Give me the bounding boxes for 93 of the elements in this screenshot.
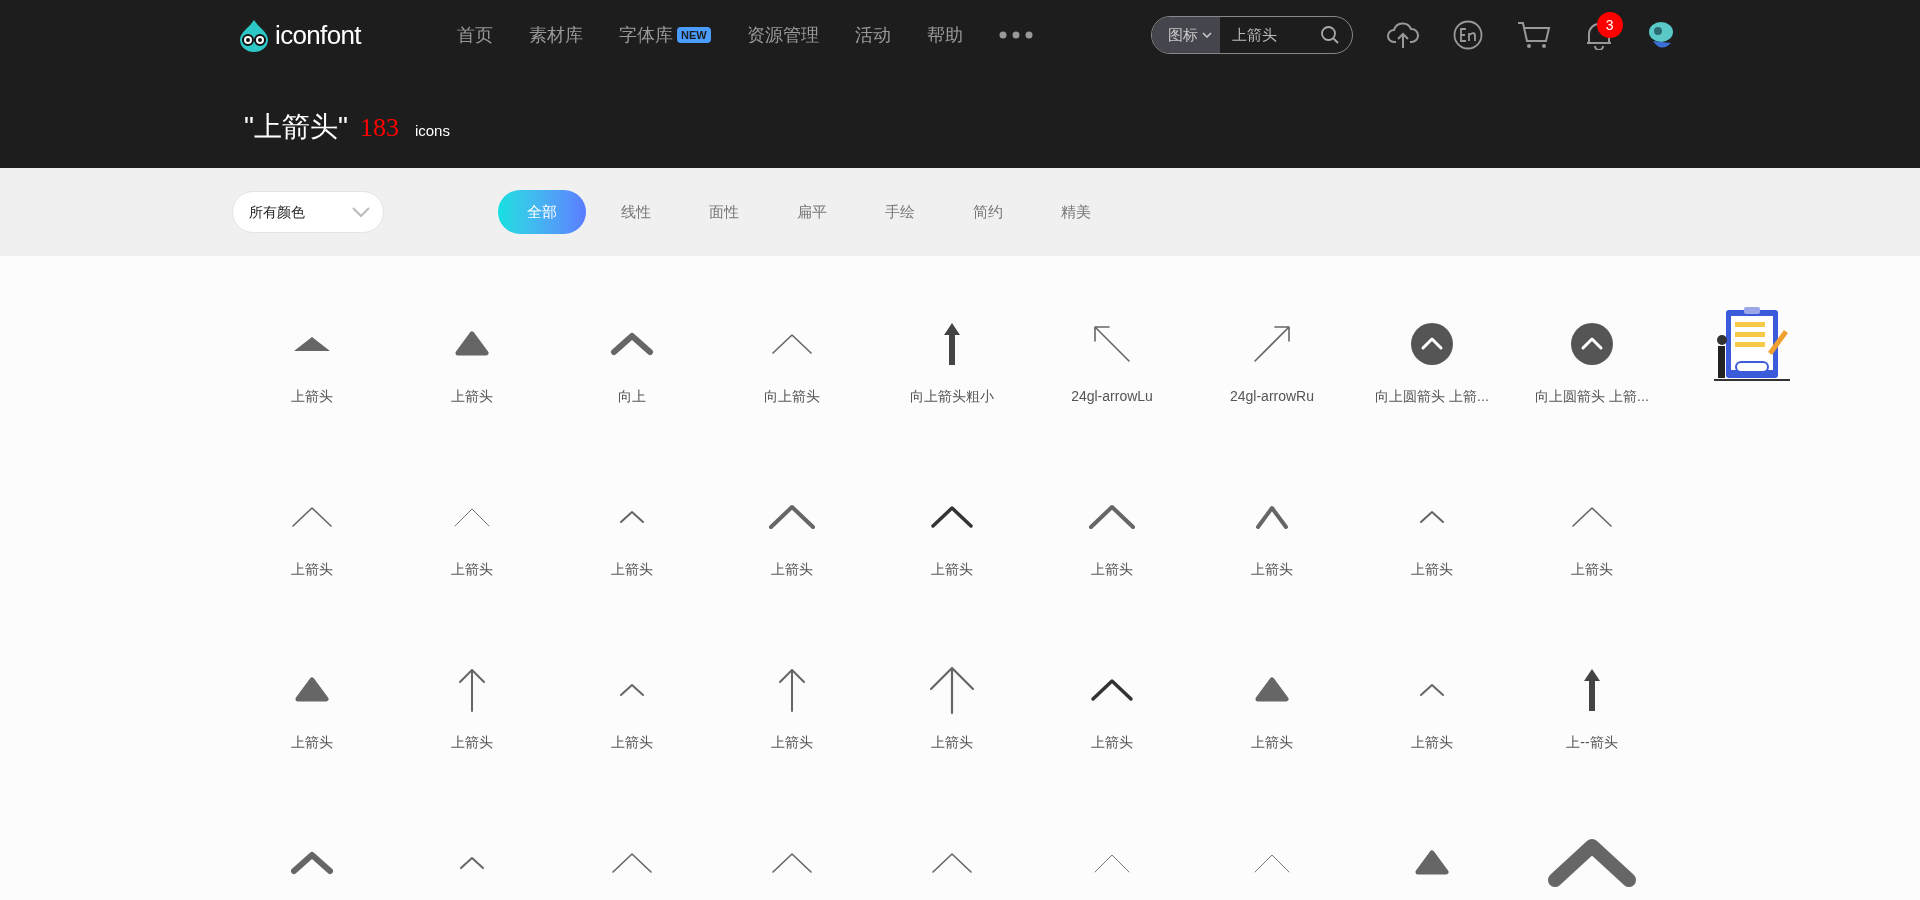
chevron-up-icon [1570,505,1614,529]
nav-link[interactable]: 首页 [457,21,493,49]
icon-label[interactable]: 上箭头 [451,386,493,407]
arrow-up-icon [777,667,807,713]
icon-label[interactable]: 向上 [618,386,646,407]
icon-label[interactable]: 上箭头 [931,559,973,580]
style-tab[interactable]: 手绘 [862,190,938,234]
style-tab[interactable]: 简约 [950,190,1026,234]
chevron-up-icon [1547,838,1637,888]
notification-badge: 3 [1596,12,1623,38]
chevron-up-icon [618,509,646,525]
chevron-up-icon [930,851,974,875]
cloud-upload-icon[interactable] [1386,21,1419,49]
nav-link[interactable]: 资源管理 [746,21,819,49]
icon-label[interactable]: 上箭头 [771,732,813,753]
icon-label[interactable]: 上箭头 [1411,732,1453,753]
chevron-up-icon [290,505,334,529]
nav-link[interactable]: 活动 [854,21,891,49]
icon-label[interactable]: 上箭头 [291,732,333,753]
logo-icon [237,18,271,52]
caret-icon [1201,32,1212,38]
nav-link[interactable]: 字体库 NEW [619,21,711,49]
icon-label[interactable]: 上箭头 [1571,559,1613,580]
result-count: 183 [359,112,399,144]
icon-label[interactable]: 上箭头 [1091,559,1133,580]
nav-link[interactable]: 素材库 [529,21,583,49]
arrow-up-icon [942,321,962,367]
color-dropdown[interactable]: 所有颜色 [232,191,384,233]
chevron-up-icon [770,332,814,356]
avatar-icon[interactable] [1646,19,1675,51]
chevron-up-icon [1418,682,1446,698]
cart-icon[interactable] [1516,21,1551,49]
more-icon[interactable] [998,31,1033,39]
arrow-up-icon [928,665,976,715]
icon-label[interactable]: 上箭头 [1091,732,1133,753]
chevron-up-icon [610,851,654,875]
icon-label[interactable]: 向上圆箭头 上箭... [1535,386,1649,407]
chevron-up-icon [458,855,486,871]
icon-label[interactable]: 向上箭头粗小 [910,386,994,407]
nav-link[interactable]: 帮助 [926,21,963,49]
triangle-up-icon [455,331,489,357]
chevron-up-icon [618,682,646,698]
chevron-up-icon [1254,504,1290,530]
circle-chevron-up-icon [1411,323,1453,365]
icon-label[interactable]: 上箭头 [1411,559,1453,580]
style-tab[interactable]: 精美 [1038,190,1114,234]
chevron-up-icon [1252,852,1292,874]
result-unit: icons [414,121,450,141]
chevron-up-icon [768,504,816,530]
icon-label[interactable]: 24gl-arrowLu [1071,386,1153,407]
triangle-up-icon [295,677,329,703]
search-icon[interactable] [1319,25,1340,45]
chevron-up-icon [610,331,654,357]
icon-label[interactable]: 上箭头 [451,732,493,753]
chevron-up-icon [290,850,334,876]
icon-label[interactable]: 上箭头 [611,732,653,753]
chevron-up-icon [1092,852,1132,874]
triangle-up-icon [292,334,332,354]
icon-label[interactable]: 上箭头 [1251,732,1293,753]
icon-label[interactable]: 上箭头 [931,732,973,753]
chevron-up-icon [452,506,492,528]
chevron-up-icon [770,851,814,875]
logo-text: iconfont [275,18,361,52]
triangle-up-icon [1255,677,1289,703]
triangle-up-icon [1415,850,1449,876]
chevron-up-icon [1418,509,1446,525]
arrow-up-icon [457,667,487,713]
arrow-up-right-icon [1252,324,1292,364]
style-tab[interactable]: 面性 [686,190,762,234]
icon-label[interactable]: 上箭头 [771,559,813,580]
category-dropdown[interactable]: 图标 [1151,17,1220,53]
chevron-up-icon [930,505,974,529]
arrow-up-icon [1582,667,1602,713]
icon-label[interactable]: 向上箭头 [764,386,820,407]
icon-label[interactable]: 上箭头 [291,559,333,580]
icon-label[interactable]: 上箭头 [611,559,653,580]
icon-label[interactable]: 上箭头 [451,559,493,580]
new-badge: NEW [677,27,711,43]
icon-label[interactable]: 上箭头 [1251,559,1293,580]
icon-label[interactable]: 向上圆箭头 上箭... [1375,386,1489,407]
icon-label[interactable]: 上--箭头 [1566,732,1618,753]
icon-label[interactable]: 上箭头 [291,386,333,407]
chevron-down-icon [351,206,371,218]
search-query: "上箭头" [244,110,348,144]
arrow-up-left-icon [1092,324,1132,364]
style-tab[interactable]: 线性 [598,190,674,234]
chevron-up-icon [1090,678,1134,702]
icon-label[interactable]: 24gl-arrowRu [1229,386,1314,407]
language-icon[interactable] [1452,20,1483,50]
chevron-up-icon [1088,504,1136,530]
search-value: 上箭头 [1230,24,1278,45]
style-tab[interactable]: 扁平 [774,190,850,234]
circle-chevron-up-icon [1571,323,1613,365]
